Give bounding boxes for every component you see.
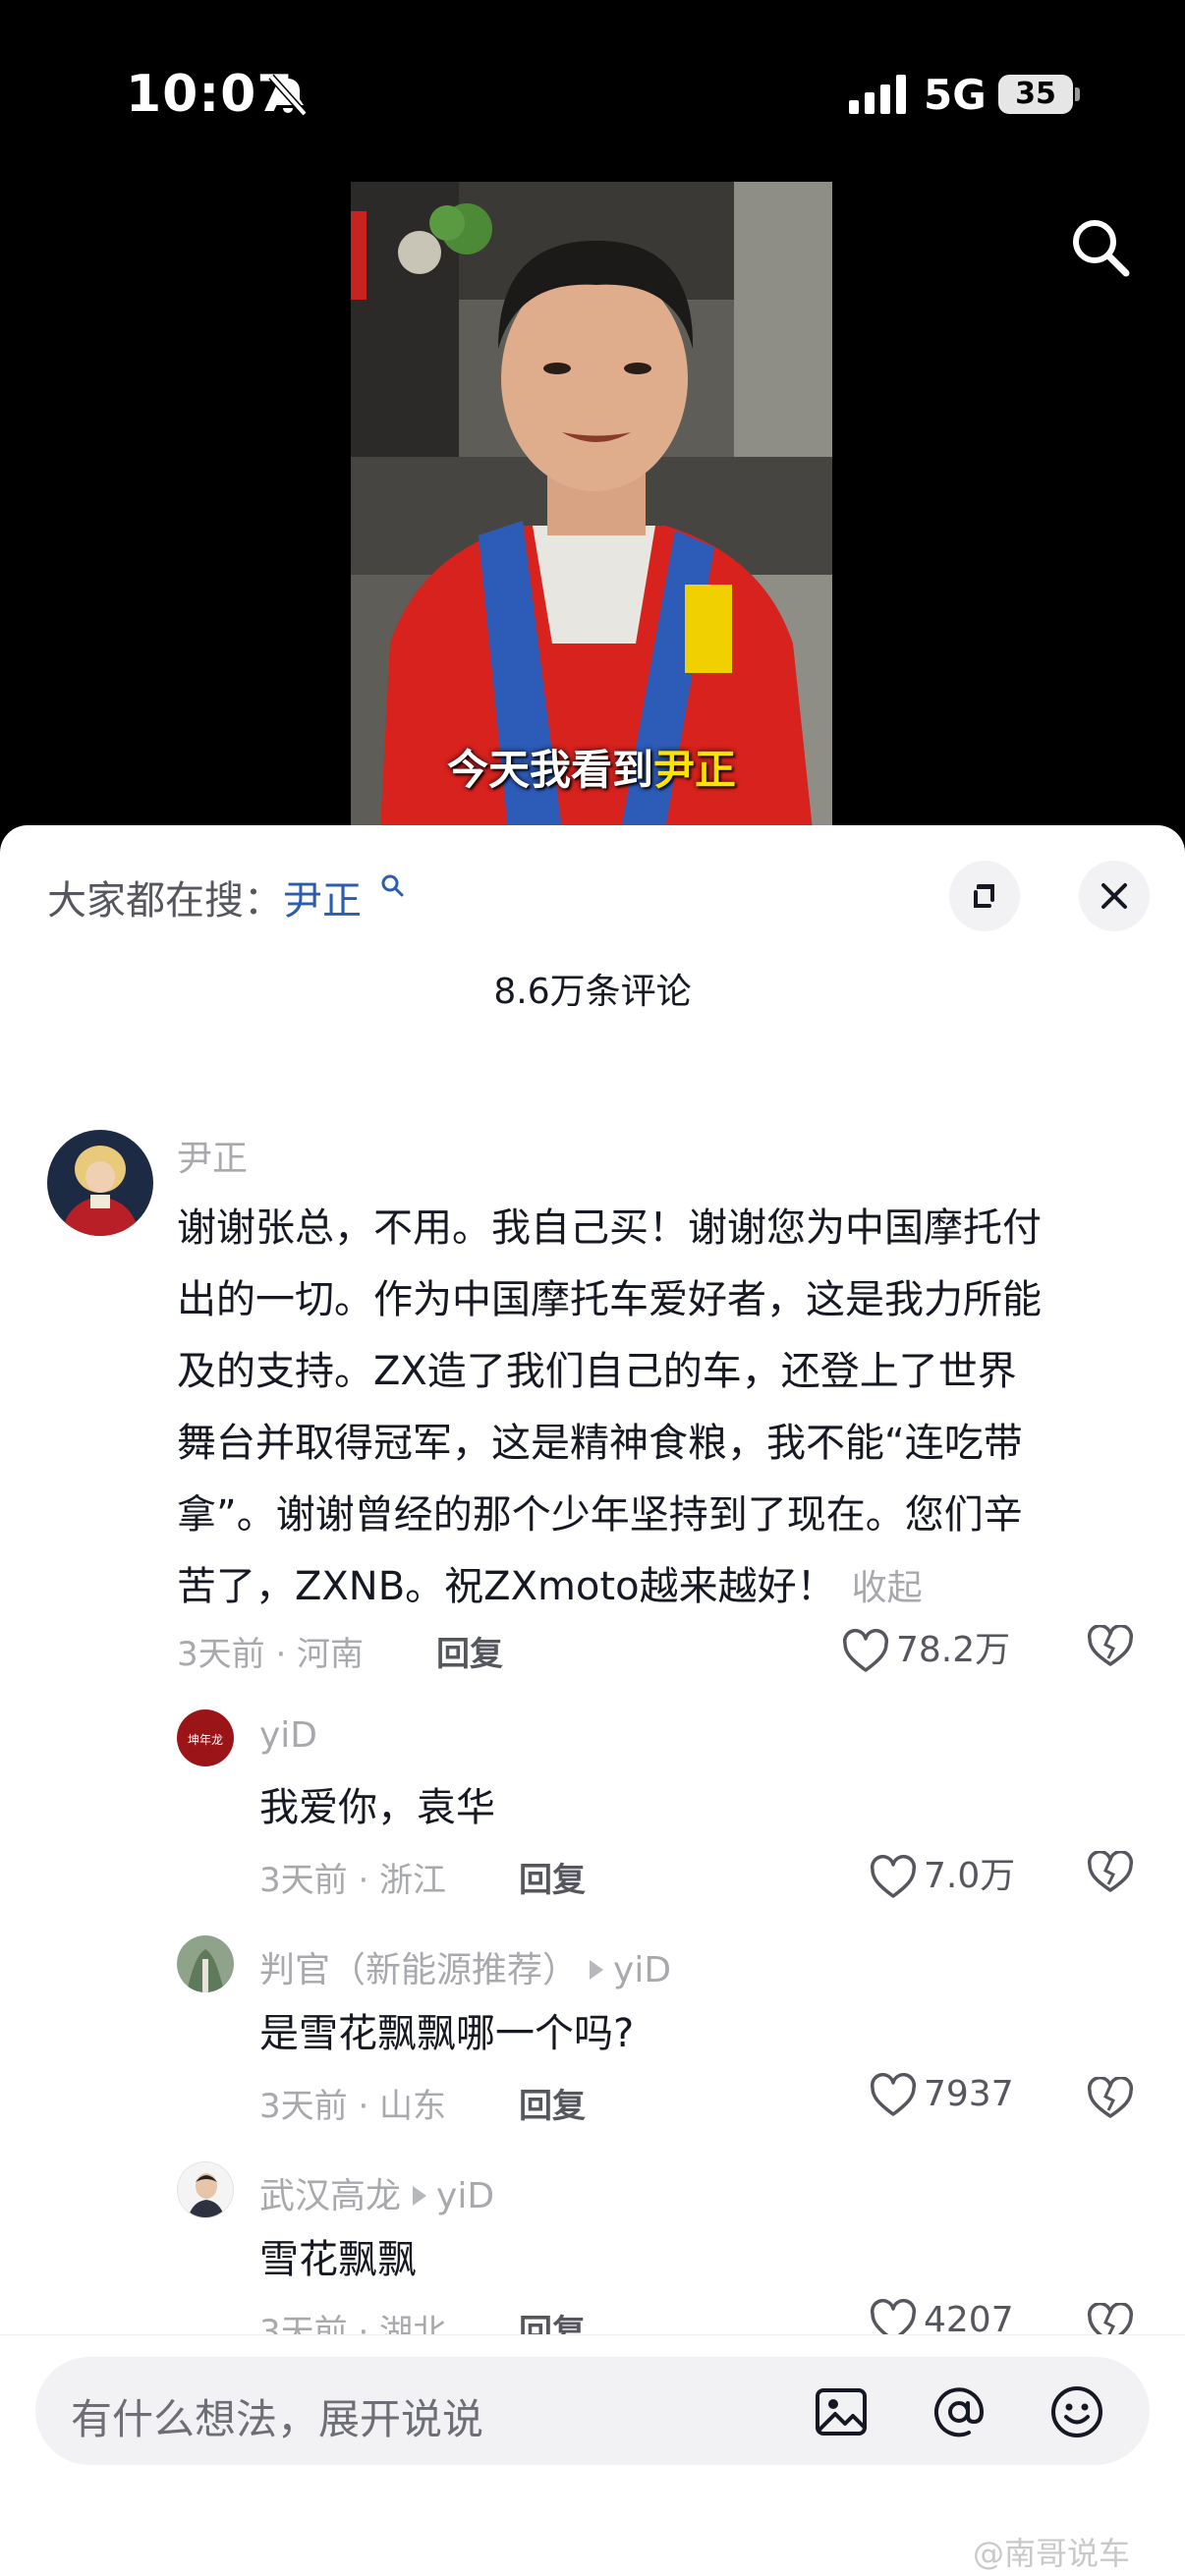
avatar-image [177, 1935, 234, 1992]
comment-meta: 3天前 · 湖北 [259, 2313, 447, 2338]
mention-icon[interactable] [930, 2382, 988, 2441]
status-bar: 10:07 5G 35 [0, 0, 1185, 187]
subtitle-highlight: 尹正 [653, 746, 737, 794]
cellular-signal-icon [849, 75, 906, 114]
heart-icon [870, 2073, 917, 2116]
watermark: @南哥说车 [973, 2535, 1131, 2572]
comment-meta: 3天前 · 河南 [177, 1635, 365, 1674]
avatar[interactable] [177, 2161, 234, 2218]
comment-line: 舞台并取得冠军，这是精神食粮，我不能“连吃带 [177, 1421, 1023, 1466]
avatar[interactable] [177, 1935, 234, 1992]
small-search-icon [381, 874, 404, 897]
comment-meta: 3天前 · 浙江 [259, 1861, 447, 1900]
subtitle-text: 今天我看到 [446, 746, 653, 794]
avatar-image [47, 1130, 153, 1236]
like-button[interactable]: 7.0万 [869, 1847, 1015, 1900]
like-button[interactable]: 78.2万 [841, 1621, 1010, 1674]
like-count: 4207 [924, 2300, 1014, 2338]
collapse-link[interactable]: 收起 [852, 1568, 923, 1608]
battery-icon: 35 [998, 75, 1081, 114]
search-icon[interactable] [1065, 212, 1136, 283]
comment-line: 谢谢张总，不用。我自己买！谢谢您为中国摩托付 [177, 1205, 1042, 1251]
reply-to-name: yiD [613, 1950, 672, 1990]
comment-sheet: 大家都在搜：尹正 8.6万条评论 尹正 谢谢张总，不用。我自己买！谢谢您为中国摩… [0, 825, 1185, 2576]
avatar-image: 坤年龙 [177, 1709, 234, 1766]
comment-text: 谢谢张总，不用。我自己买！谢谢您为中国摩托付 出的一切。作为中国摩托车爱好者，这… [177, 1193, 1159, 1624]
emoji-icon[interactable] [1047, 2382, 1106, 2441]
dislike-icon[interactable] [1087, 2303, 1134, 2338]
reply-arrow-icon [590, 1960, 604, 1980]
like-count: 7.0万 [924, 1856, 1016, 1896]
dislike-icon[interactable] [1087, 1851, 1134, 1894]
comment-author[interactable]: 武汉高龙 yiD [259, 2167, 494, 2218]
close-icon [1101, 883, 1127, 909]
video-player[interactable]: 今天我看到尹正 [351, 182, 832, 830]
expand-button[interactable] [949, 861, 1020, 931]
reply-arrow-icon [413, 2186, 427, 2206]
close-button[interactable] [1079, 861, 1150, 931]
video-frame-image [351, 182, 832, 830]
trending-keyword[interactable]: 尹正 [283, 878, 362, 924]
reply-to-name: yiD [436, 2176, 495, 2216]
heart-icon [842, 1629, 889, 1672]
comment-line: 出的一切。作为中国摩托车爱好者，这是我力所能 [177, 1277, 1042, 1322]
video-subtitle: 今天我看到尹正 [351, 737, 832, 797]
reply-button[interactable]: 回复 [519, 1853, 586, 1901]
trending-search[interactable]: 大家都在搜：尹正 [47, 868, 362, 925]
comment-line: 及的支持。ZX造了我们自己的车，还登上了世界 [177, 1349, 1017, 1394]
comment-meta: 3天前 · 山东 [259, 2087, 447, 2126]
avatar[interactable] [47, 1130, 153, 1236]
author-name: 武汉高龙 [259, 2176, 402, 2216]
expand-icon [974, 884, 994, 908]
comment-text: 雪花飘飘 [259, 2237, 417, 2282]
comment-count: 8.6万条评论 [493, 972, 692, 1012]
network-type: 5G [924, 71, 987, 119]
reply-button[interactable]: 回复 [519, 2305, 586, 2338]
dislike-icon[interactable] [1087, 2077, 1134, 2120]
avatar[interactable]: 坤年龙 [177, 1709, 234, 1766]
avatar-image [178, 2162, 233, 2217]
reply-button[interactable]: 回复 [436, 1627, 503, 1675]
image-icon[interactable] [812, 2382, 871, 2441]
comment-line: 拿”。谢谢曾经的那个少年坚持到了现在。您们辛 [177, 1492, 1023, 1538]
like-count: 7937 [924, 2074, 1014, 2114]
comment-text: 是雪花飘飘哪一个吗? [259, 2011, 635, 2056]
comment-list[interactable]: 尹正 谢谢张总，不用。我自己买！谢谢您为中国摩托付 出的一切。作为中国摩托车爱好… [0, 1130, 1185, 2338]
comment-author[interactable]: yiD [259, 1715, 317, 1756]
avatar-text: 坤年龙 [188, 1732, 223, 1747]
comment-input-placeholder: 有什么想法，展开说说 [71, 2395, 484, 2443]
author-name: 判官（新能源推荐） [259, 1950, 579, 1990]
like-button[interactable]: 4207 [869, 2299, 1014, 2338]
comment-author[interactable]: 判官（新能源推荐） yiD [259, 1941, 671, 1992]
like-button[interactable]: 7937 [869, 2073, 1014, 2118]
like-count: 78.2万 [896, 1630, 1011, 1670]
battery-level: 35 [1015, 77, 1056, 111]
bell-slash-icon [268, 74, 308, 117]
heart-icon [870, 1855, 917, 1898]
comment-line: 苦了，ZXNB。祝ZXmoto越来越好！ [177, 1564, 836, 1609]
comment-input[interactable]: 有什么想法，展开说说 [35, 2357, 1150, 2465]
comment-author[interactable]: 尹正 [177, 1130, 248, 1181]
comment-text: 我爱你，袁华 [259, 1785, 495, 1830]
trending-label: 大家都在搜： [47, 878, 283, 924]
heart-icon [870, 2299, 917, 2338]
dislike-icon[interactable] [1087, 1625, 1134, 1668]
reply-button[interactable]: 回复 [519, 2079, 586, 2127]
